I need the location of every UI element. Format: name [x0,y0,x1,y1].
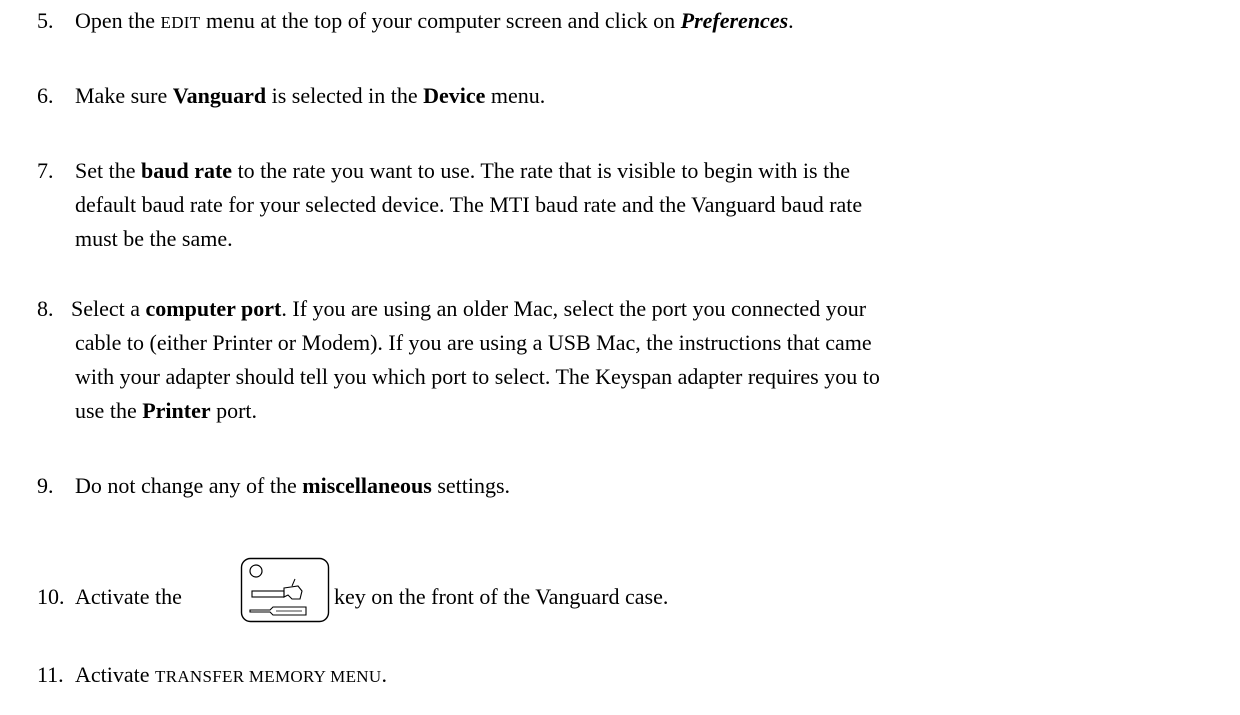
edit-menu-label: EDIT [160,13,201,32]
step-9: 9. Do not change any of the miscellaneou… [37,469,1217,503]
miscellaneous-label: miscellaneous [302,473,432,498]
step-5: 5. Open the EDIT menu at the top of your… [37,4,1217,40]
text: Select a [71,296,146,321]
baud-rate-label: baud rate [141,158,233,183]
text: menu. [485,83,546,108]
computer-port-label: computer port [145,296,282,321]
text: Open the [75,8,161,33]
preferences-label: Preferences [680,8,789,33]
transfer-memory-menu-label: TRANSFER MEMORY MENU [155,667,382,686]
step-text-a: Activate the [75,584,182,609]
line: default baud rate for your selected devi… [75,192,863,217]
step-number: 7. [37,158,54,183]
text: port. [210,398,258,423]
step-8: 8. Select a computer port. If you are us… [37,292,1217,428]
text: to the rate you want to use. The rate th… [232,158,850,183]
step-number: 11. [37,662,64,687]
step-text: Do not change any of the miscellaneous s… [75,469,1217,503]
text: settings. [431,473,511,498]
step-text: Open the EDIT menu at the top of your co… [75,4,1217,40]
step-6: 6. Make sure Vanguard is selected in the… [37,79,1217,113]
line: Select a computer port. If you are using… [71,292,1217,326]
device-label: Device [423,83,486,108]
step-text: Activate TRANSFER MEMORY MENU. [75,658,1217,694]
line: must be the same. [75,226,233,251]
vanguard-label: Vanguard [172,83,267,108]
text: Set the [75,158,141,183]
step-number: 5. [37,8,54,33]
printer-label: Printer [142,398,211,423]
step-text: Set the baud rate to the rate you want t… [75,154,1217,256]
toolbox-key-icon [240,557,330,623]
line: use the Printer port. [75,394,1217,428]
step-number: 6. [37,83,54,108]
text: . [788,8,794,33]
step-11: 11. Activate TRANSFER MEMORY MENU. [37,658,1217,694]
text: use the [75,398,143,423]
text: menu at the top of your computer screen … [200,8,681,33]
text: . [381,662,387,687]
text: is selected in the [266,83,424,108]
step-text: Select a computer port. If you are using… [37,292,1217,428]
text: Do not change any of the [75,473,303,498]
text: Activate [75,662,156,687]
line: Set the baud rate to the rate you want t… [75,154,1217,188]
step-7: 7. Set the baud rate to the rate you wan… [37,154,1217,256]
text: Make sure [75,83,173,108]
line: with your adapter should tell you which … [75,364,880,389]
text: . If you are using an older Mac, select … [281,296,867,321]
step-number: 10. [37,584,65,609]
line: cable to (either Printer or Modem). If y… [75,330,872,355]
step-text-b: key on the front of the Vanguard case. [334,584,669,609]
step-number: 9. [37,473,54,498]
step-text: Make sure Vanguard is selected in the De… [75,79,1217,113]
step-number: 8. [37,296,54,321]
